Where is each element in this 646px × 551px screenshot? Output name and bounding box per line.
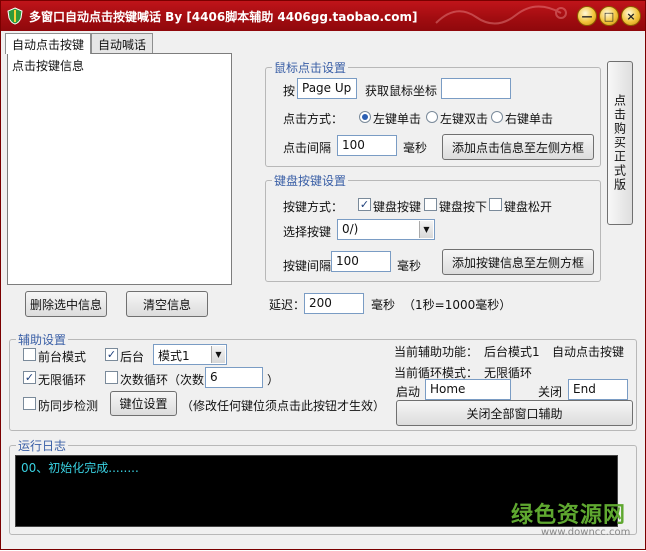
minimize-icon: — [581,9,593,23]
maximize-icon: □ [603,9,615,23]
radio-left-single[interactable] [359,111,371,123]
stop-hotkey-label: 关闭 [538,385,563,399]
stop-hotkey-input[interactable]: End [568,379,628,400]
loop-count-input[interactable]: 6 [205,367,263,388]
start-hotkey-label: 启动 [396,385,421,399]
mouse-settings-legend: 鼠标点击设置 [274,61,347,75]
chevron-down-icon: ▼ [419,221,433,238]
check-background[interactable]: ✓ [105,348,118,361]
current-func-label: 当前辅助功能： [394,345,479,359]
coords-input[interactable] [441,78,511,99]
close-all-windows-button[interactable]: 关闭全部窗口辅助 [396,400,633,426]
delay-note: （1秒=1000毫秒） [403,298,512,312]
clear-info-button[interactable]: 清空信息 [126,291,208,317]
background-mode-value: 模式1 [158,349,190,363]
check-key-down[interactable] [424,198,437,211]
watermark-url: www.downcc.com [541,527,631,538]
add-key-info-button[interactable]: 添加按键信息至左侧方框 [442,249,594,275]
check-key-up[interactable] [489,198,502,211]
add-click-info-button[interactable]: 添加点击信息至左侧方框 [442,134,594,160]
current-func-mode: 后台模式1 [484,345,540,359]
click-interval-unit: 毫秒 [403,141,428,155]
buy-full-version-button[interactable]: 点击购买正式版 [607,61,633,225]
get-coords-label: 获取鼠标坐标 [365,84,438,98]
radio-right-single-label: 右键单击 [505,112,554,126]
radio-right-single[interactable] [491,111,503,123]
key-select[interactable]: 0/) ▼ [337,219,435,240]
delay-unit: 毫秒 [371,298,396,312]
check-count-loop[interactable] [105,371,118,384]
check-key-press[interactable]: ✓ [358,198,371,211]
tab-auto-shout[interactable]: 自动喊话 [91,33,154,53]
select-key-label: 选择按键 [283,225,332,239]
click-mode-label: 点击方式： [283,112,344,126]
radio-left-double[interactable] [426,111,438,123]
minimize-button[interactable]: — [577,6,597,26]
run-log-legend: 运行日志 [18,439,67,453]
check-key-up-label: 键盘松开 [504,200,553,214]
radio-left-single-label: 左键单击 [373,112,422,126]
close-button[interactable]: × [621,6,641,26]
background-label: 后台 [120,350,145,364]
background-mode-select[interactable]: 模式1 ▼ [153,344,227,365]
key-mode-label: 按键方式： [283,200,344,214]
delay-label: 延迟： [269,298,306,312]
check-key-down-label: 键盘按下 [439,200,488,214]
list-header: 点击按键信息 [12,59,85,73]
mouse-key-input[interactable]: Page Up [297,78,357,99]
click-interval-label: 点击间隔 [283,141,332,155]
shield-app-icon [7,7,23,25]
watermark: 绿色资源网 www.downcc.com [511,497,646,551]
delete-selected-button[interactable]: 删除选中信息 [25,291,107,317]
check-key-press-label: 键盘按键 [373,200,422,214]
key-select-value: 0/) [342,222,359,236]
main-window: 多窗口自动点击按键喊话 By [4406脚本辅助 4406gg.taobao.c… [0,0,646,550]
keybind-settings-button[interactable]: 键位设置 [110,391,177,416]
key-interval-unit: 毫秒 [397,259,422,273]
start-hotkey-input[interactable]: Home [425,379,511,400]
key-label: 按 [283,84,296,98]
assist-settings-legend: 辅助设置 [18,333,67,347]
keybind-note: （修改任何键位须点击此按钮才生效） [181,399,386,413]
tab-auto-click[interactable]: 自动点击按键 [5,33,92,54]
count-close-paren: ） [267,373,280,387]
check-foreground-mode[interactable] [23,348,36,361]
key-interval-label: 按键间隔 [283,259,332,273]
foreground-mode-label: 前台模式 [38,350,87,364]
delay-input[interactable]: 200 [304,293,364,314]
click-info-list[interactable]: 点击按键信息 [7,53,232,285]
close-icon: × [626,9,636,23]
anti-sync-label: 防同步检测 [38,399,99,413]
check-anti-sync[interactable] [23,397,36,410]
watermark-text: 绿色资源网 [511,503,627,528]
radio-left-double-label: 左键双击 [440,112,489,126]
window-title: 多窗口自动点击按键喊话 By [4406脚本辅助 4406gg.taobao.c… [29,10,418,24]
key-interval-input[interactable]: 100 [331,251,391,272]
title-bar[interactable]: 多窗口自动点击按键喊话 By [4406脚本辅助 4406gg.taobao.c… [1,1,645,31]
count-loop-label: 次数循环（次数 [120,373,205,387]
click-interval-input[interactable]: 100 [337,135,397,156]
infinite-loop-label: 无限循环 [38,373,87,387]
chevron-down-icon: ▼ [211,346,225,363]
check-infinite-loop[interactable]: ✓ [23,371,36,384]
keyboard-settings-legend: 键盘按键设置 [274,174,347,188]
decorative-swirl-icon [435,5,567,25]
log-line: 00、初始化完成........ [21,461,139,475]
maximize-button[interactable]: □ [599,6,619,26]
current-func-value: 自动点击按键 [552,345,625,359]
